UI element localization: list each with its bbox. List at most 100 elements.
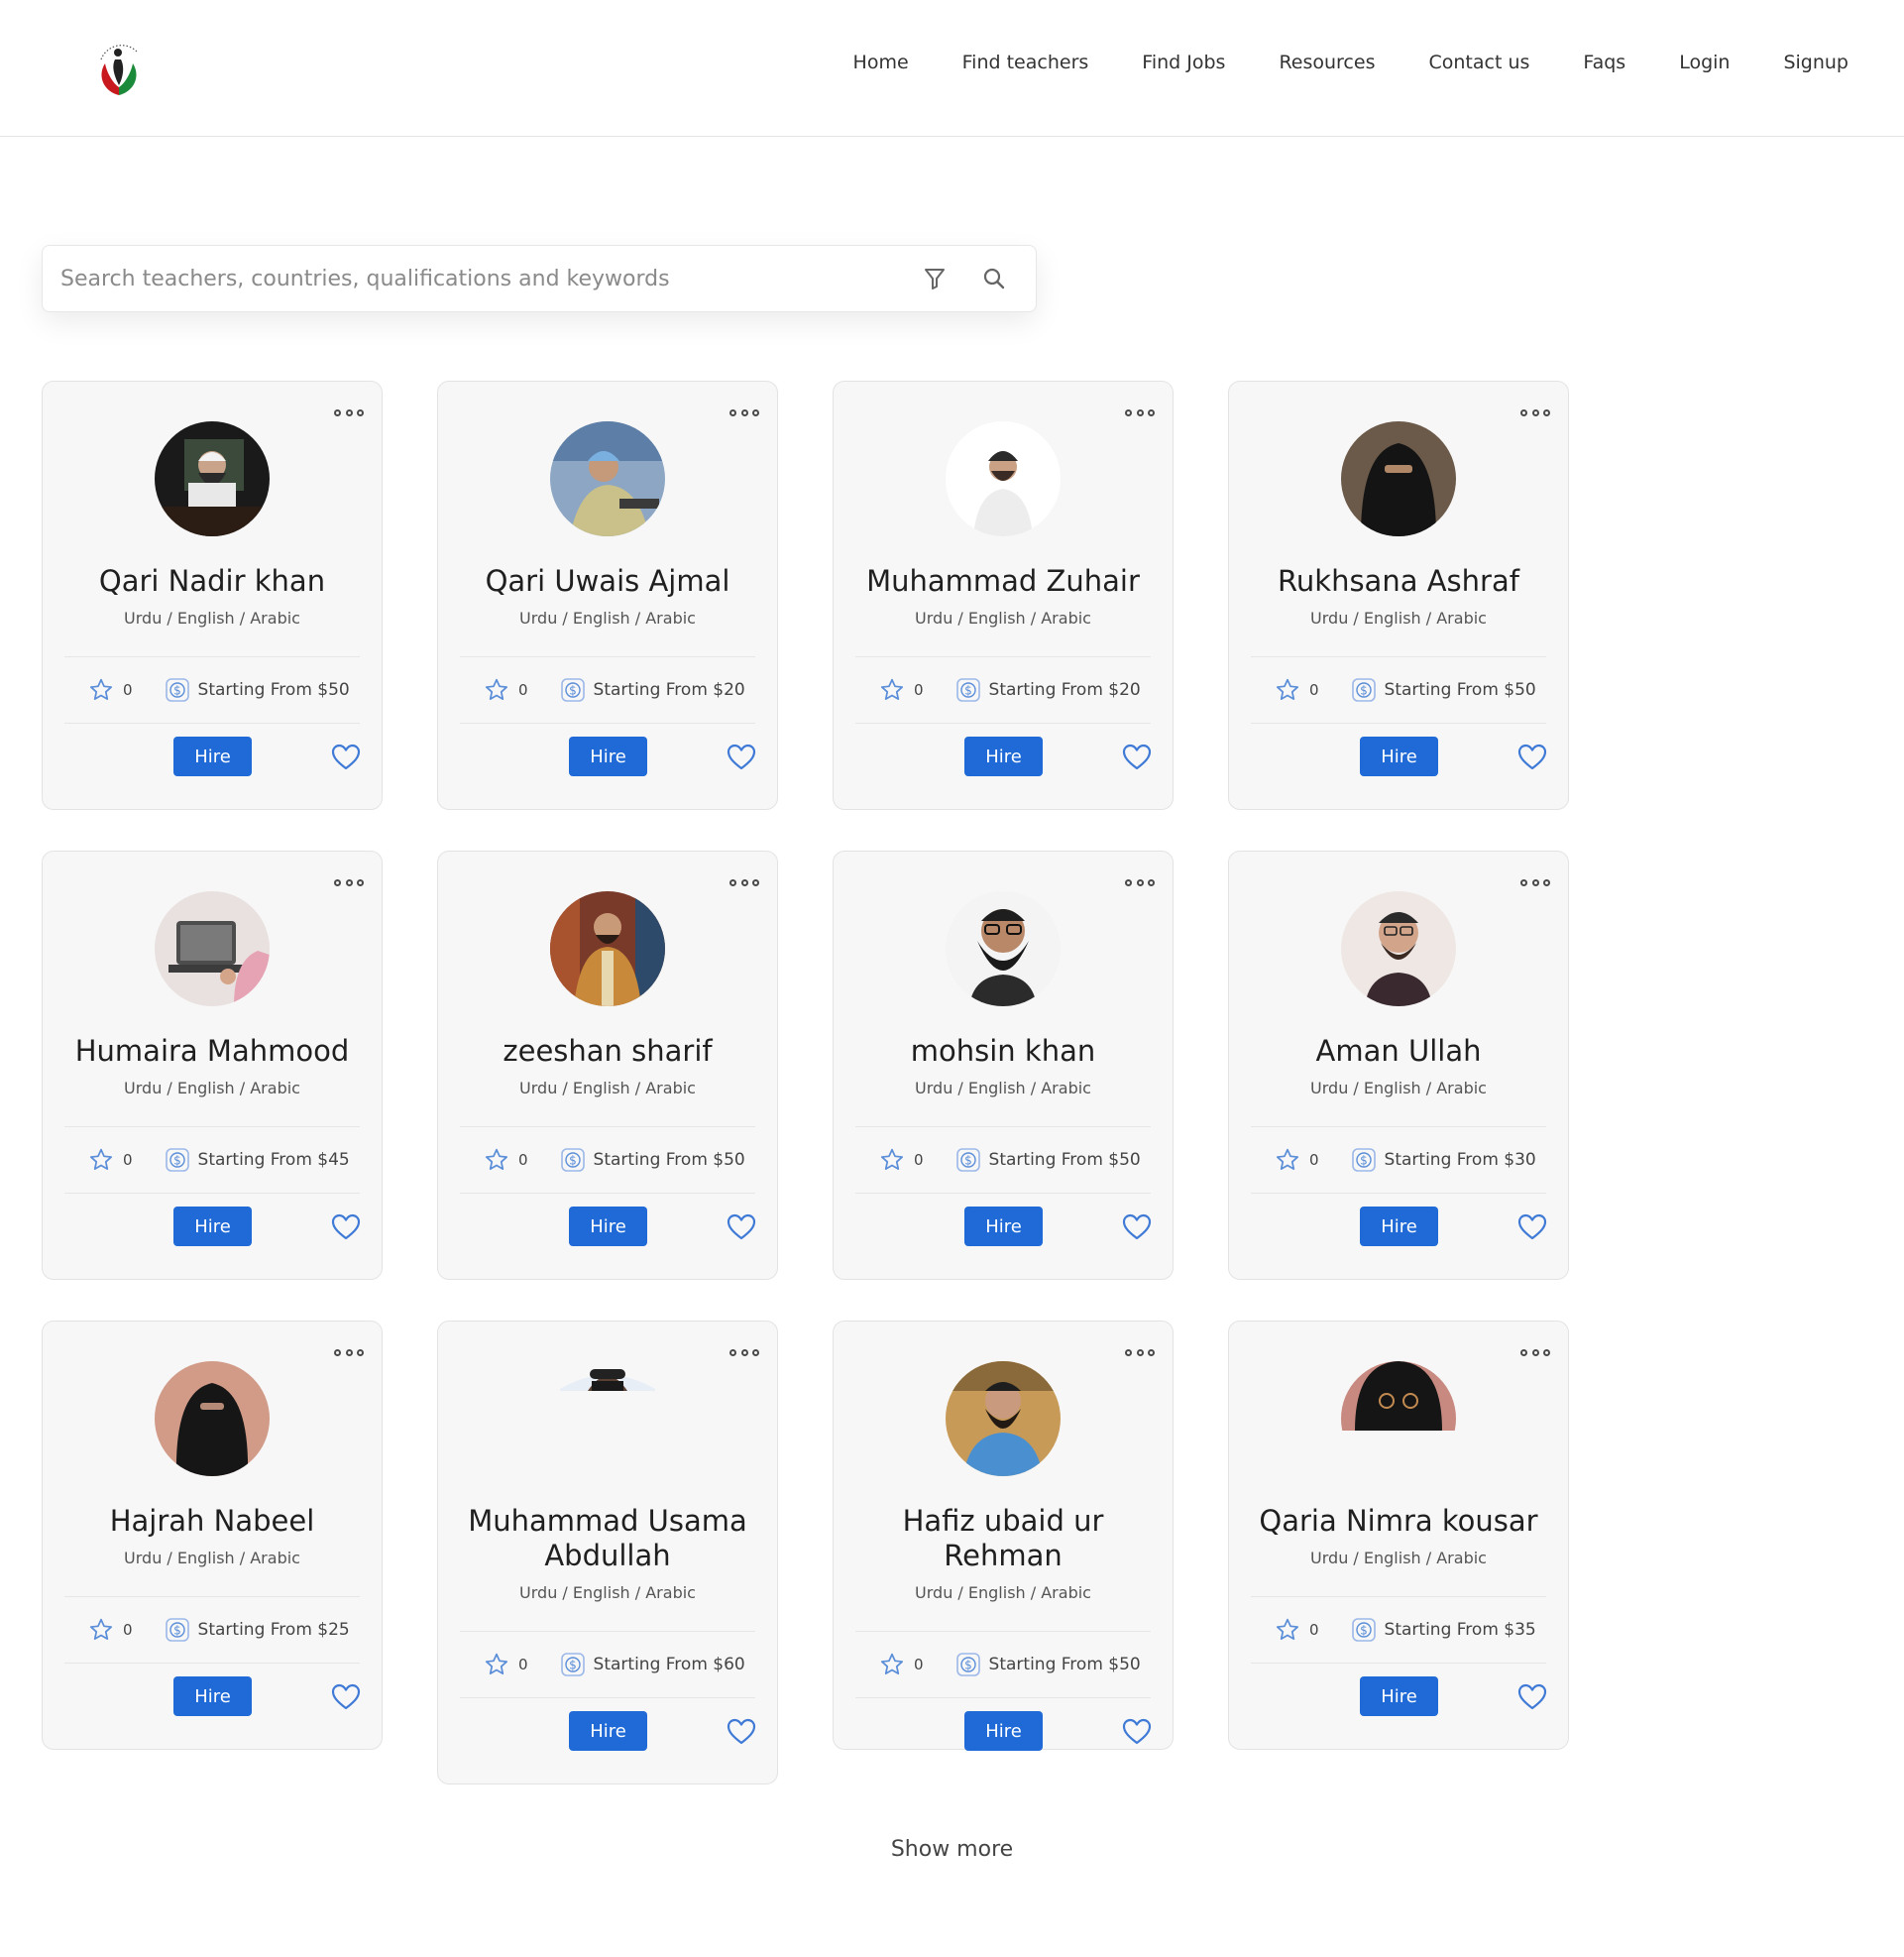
hire-button[interactable]: Hire — [964, 1711, 1043, 1751]
teacher-name[interactable]: Qari Uwais Ajmal — [438, 564, 777, 599]
hire-button[interactable]: Hire — [173, 1207, 252, 1246]
more-icon[interactable] — [1520, 875, 1550, 889]
hire-button[interactable]: Hire — [569, 1207, 647, 1246]
heart-icon[interactable] — [726, 742, 757, 773]
avatar[interactable] — [946, 1361, 1061, 1476]
hire-button[interactable]: Hire — [1360, 1207, 1438, 1246]
nav-find-jobs[interactable]: Find Jobs — [1142, 52, 1225, 73]
heart-icon[interactable] — [1121, 1211, 1153, 1243]
heart-icon[interactable] — [726, 1716, 757, 1748]
more-icon[interactable] — [1125, 875, 1155, 889]
star-icon — [1275, 1147, 1300, 1173]
teacher-stats: 0 Starting From $20 — [438, 657, 777, 723]
nav-faqs[interactable]: Faqs — [1583, 52, 1625, 73]
teacher-name[interactable]: Aman Ullah — [1229, 1034, 1568, 1069]
heart-icon[interactable] — [330, 1211, 362, 1243]
teacher-name[interactable]: Muhammad Zuhair — [834, 564, 1173, 599]
more-icon[interactable] — [1520, 405, 1550, 419]
nav-resources[interactable]: Resources — [1279, 52, 1375, 73]
heart-icon[interactable] — [330, 742, 362, 773]
avatar[interactable] — [155, 421, 270, 536]
heart-icon[interactable] — [1516, 1681, 1548, 1713]
teacher-name[interactable]: zeeshan sharif — [438, 1034, 777, 1069]
more-icon[interactable] — [334, 405, 364, 419]
nav-contact-us[interactable]: Contact us — [1428, 52, 1529, 73]
hire-button[interactable]: Hire — [1360, 1676, 1438, 1716]
dollar-icon — [955, 1652, 981, 1677]
teacher-languages: Urdu / English / Arabic — [1310, 1079, 1487, 1097]
rating-value: 0 — [1309, 1151, 1319, 1169]
show-more-link[interactable]: Show more — [891, 1837, 1013, 1862]
more-icon[interactable] — [334, 875, 364, 889]
heart-icon[interactable] — [330, 1681, 362, 1713]
price-text: Starting From $20 — [593, 680, 745, 700]
main-nav: Home Find teachers Find Jobs Resources C… — [853, 52, 1848, 73]
heart-icon[interactable] — [1516, 1211, 1548, 1243]
teacher-name[interactable]: Qari Nadir khan — [43, 564, 382, 599]
avatar[interactable] — [946, 421, 1061, 536]
nav-home[interactable]: Home — [853, 52, 909, 73]
teacher-card: Hafiz ubaid ur Rehman Urdu / English / A… — [833, 1321, 1174, 1751]
hire-button[interactable]: Hire — [173, 1676, 252, 1716]
card-actions: Hire — [1229, 1194, 1568, 1259]
card-actions: Hire — [438, 1698, 777, 1764]
heart-icon[interactable] — [1516, 742, 1548, 773]
star-icon — [879, 1652, 905, 1677]
nav-login[interactable]: Login — [1679, 52, 1730, 73]
more-icon[interactable] — [1520, 1345, 1550, 1359]
search-icon[interactable] — [978, 263, 1010, 294]
avatar[interactable] — [155, 891, 270, 1006]
avatar[interactable] — [550, 891, 665, 1006]
teacher-name[interactable]: mohsin khan — [834, 1034, 1173, 1069]
filter-icon[interactable] — [919, 263, 951, 294]
price-text: Starting From $45 — [197, 1150, 350, 1170]
more-icon[interactable] — [729, 405, 759, 419]
price-text: Starting From $50 — [1384, 680, 1536, 700]
teacher-name[interactable]: Rukhsana Ashraf — [1229, 564, 1568, 599]
more-icon[interactable] — [334, 1345, 364, 1359]
teacher-name[interactable]: Hajrah Nabeel — [43, 1504, 382, 1539]
rating-value: 0 — [914, 1151, 924, 1169]
hire-button[interactable]: Hire — [173, 737, 252, 776]
dollar-icon — [560, 1147, 586, 1173]
avatar[interactable] — [1341, 421, 1456, 536]
avatar[interactable] — [946, 891, 1061, 1006]
avatar[interactable] — [155, 1361, 270, 1476]
search-bar — [42, 245, 1037, 312]
logo[interactable] — [87, 38, 151, 101]
teacher-name[interactable]: Humaira Mahmood — [43, 1034, 382, 1069]
hire-button[interactable]: Hire — [964, 737, 1043, 776]
hire-button[interactable]: Hire — [964, 1207, 1043, 1246]
rating-value: 0 — [914, 681, 924, 699]
heart-icon[interactable] — [1121, 742, 1153, 773]
search-input[interactable] — [58, 258, 919, 299]
star-icon — [484, 677, 509, 703]
avatar[interactable] — [1341, 1361, 1456, 1476]
hire-button[interactable]: Hire — [569, 1711, 647, 1751]
avatar[interactable] — [550, 1361, 665, 1476]
more-icon[interactable] — [1125, 1345, 1155, 1359]
nav-signup[interactable]: Signup — [1783, 52, 1848, 73]
more-icon[interactable] — [729, 875, 759, 889]
avatar[interactable] — [1341, 891, 1456, 1006]
more-icon[interactable] — [729, 1345, 759, 1359]
hire-button[interactable]: Hire — [1360, 737, 1438, 776]
teacher-name[interactable]: Muhammad Usama Abdullah — [438, 1504, 777, 1573]
teacher-languages: Urdu / English / Arabic — [519, 609, 696, 628]
nav-find-teachers[interactable]: Find teachers — [962, 52, 1089, 73]
hire-button[interactable]: Hire — [569, 737, 647, 776]
price-text: Starting From $60 — [593, 1655, 745, 1674]
teacher-name[interactable]: Qaria Nimra kousar — [1229, 1504, 1568, 1539]
teacher-name[interactable]: Hafiz ubaid ur Rehman — [834, 1504, 1173, 1573]
teacher-stats: 0 Starting From $50 — [834, 1632, 1173, 1697]
rating-value: 0 — [518, 1656, 528, 1673]
heart-icon[interactable] — [726, 1211, 757, 1243]
more-icon[interactable] — [1125, 405, 1155, 419]
avatar[interactable] — [550, 421, 665, 536]
teacher-languages: Urdu / English / Arabic — [915, 609, 1091, 628]
heart-icon[interactable] — [1121, 1716, 1153, 1748]
teacher-card: Qaria Nimra kousar Urdu / English / Arab… — [1228, 1321, 1569, 1750]
price-text: Starting From $50 — [197, 680, 350, 700]
rating-value: 0 — [123, 681, 133, 699]
teacher-stats: 0 Starting From $50 — [43, 657, 382, 723]
